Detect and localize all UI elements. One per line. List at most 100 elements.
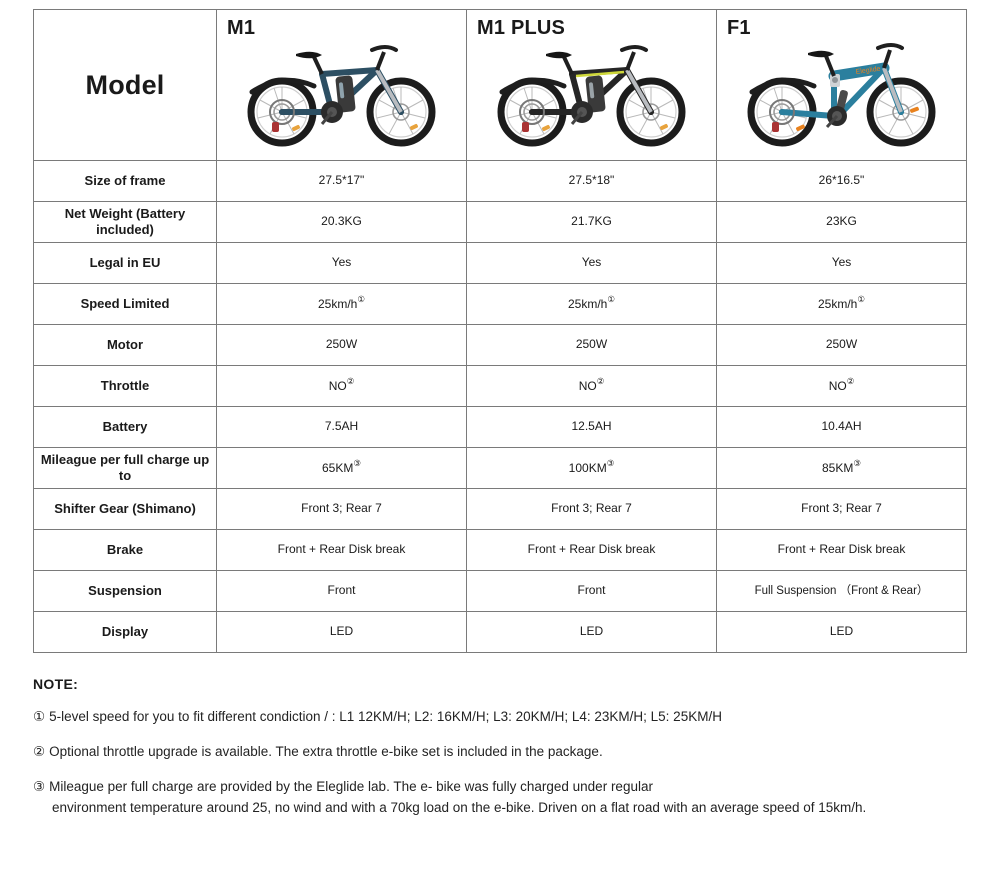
row-label-cell: Shifter Gear (Shimano) (33, 488, 217, 530)
row-label-cell: Motor (33, 324, 217, 366)
cell-value: 65KM③ (322, 458, 361, 476)
note-item-3: ③ Mileague per full charge are provided b… (33, 777, 963, 819)
cell-value: Yes (581, 255, 602, 270)
cell-value: Front + Rear Disk break (527, 542, 656, 557)
table-row: Suspension Front Front Full Suspension （… (33, 570, 967, 612)
cell-value: NO② (828, 376, 855, 394)
cell-m1-plus: 100KM③ (466, 447, 717, 489)
table-row: Speed Limited 25km/h① 25km/h① 25km/h① (33, 283, 967, 325)
note-item-2: ② Optional throttle upgrade is available.… (33, 742, 963, 763)
cell-value: 27.5*18" (568, 173, 615, 188)
cell-value: LED (829, 624, 854, 639)
row-label: Mileague per full charge up to (40, 451, 210, 483)
footnote-marker: ③ (353, 458, 361, 469)
cell-value: 10.4AH (821, 419, 862, 434)
cell-m1: 250W (216, 324, 467, 366)
row-label: Display (101, 623, 149, 639)
footnote-marker: ③ (853, 458, 861, 469)
cell-m1-plus: 21.7KG (466, 201, 717, 243)
cell-value: Front + Rear Disk break (777, 542, 906, 557)
cell-f1: Front 3; Rear 7 (716, 488, 967, 530)
notes-title: NOTE: (33, 676, 79, 692)
cell-m1: 65KM③ (216, 447, 467, 489)
cell-value: Front 3; Rear 7 (801, 501, 882, 516)
note-marker: ② (33, 743, 46, 759)
table-row: Brake Front + Rear Disk break Front + Re… (33, 529, 967, 571)
row-label-cell: Throttle (33, 365, 217, 407)
cell-f1: 85KM③ (716, 447, 967, 489)
cell-value: LED (329, 624, 354, 639)
table-row: Battery 7.5AH 12.5AH 10.4AH (33, 406, 967, 448)
page-title: Model (85, 69, 165, 100)
table-row: Display LED LED LED (33, 611, 967, 653)
row-label-cell: Battery (33, 406, 217, 448)
cell-m1-plus: Front (466, 570, 717, 612)
row-label: Speed Limited (80, 295, 170, 311)
cell-f1: 23KG (716, 201, 967, 243)
bicycle-icon (497, 45, 686, 147)
row-label: Legal in EU (89, 254, 161, 270)
row-label-cell: Brake (33, 529, 217, 571)
cell-value: NO② (578, 376, 605, 394)
footnote-marker: ② (596, 376, 605, 387)
bicycle-icon (247, 45, 436, 147)
footnote-marker: ① (357, 294, 365, 305)
cell-value: 25km/h① (568, 294, 615, 312)
bicycle-icon: Eleglide (747, 43, 936, 147)
cell-value: 21.7KG (571, 214, 612, 229)
row-label: Brake (106, 541, 144, 557)
cell-f1: 250W (716, 324, 967, 366)
cell-m1: 20.3KG (216, 201, 467, 243)
row-label-cell: Speed Limited (33, 283, 217, 325)
cell-value: Full Suspension （Front & Rear） (754, 584, 929, 597)
cell-value: 25km/h① (318, 294, 365, 312)
cell-value: NO② (328, 376, 355, 394)
header-cell-m1-plus: M1 PLUS (466, 9, 717, 161)
row-label-cell: Display (33, 611, 217, 653)
cell-f1: LED (716, 611, 967, 653)
table-row: Throttle NO② NO② NO② (33, 365, 967, 407)
cell-f1: 10.4AH (716, 406, 967, 448)
cell-m1: Front 3; Rear 7 (216, 488, 467, 530)
cell-value: 20.3KG (321, 214, 362, 229)
cell-m1-plus: 25km/h① (466, 283, 717, 325)
note-marker: ① (33, 709, 46, 724)
cell-f1: Full Suspension （Front & Rear） (716, 570, 967, 612)
header-row-label-cell: Model (33, 9, 217, 161)
cell-m1-plus: 250W (466, 324, 717, 366)
header-cell-m1: M1 (216, 9, 467, 161)
row-label-cell: Net Weight (Battery included) (33, 201, 217, 243)
table-row: Shifter Gear (Shimano) Front 3; Rear 7 F… (33, 488, 967, 530)
notes-section: NOTE: ① 5-level speed for you to fit diff… (33, 676, 963, 833)
cell-value: Front 3; Rear 7 (301, 501, 382, 516)
cell-m1-plus: Yes (466, 242, 717, 284)
cell-m1: 25km/h① (216, 283, 467, 325)
table-row: Legal in EU Yes Yes Yes (33, 242, 967, 284)
cell-value: Front 3; Rear 7 (551, 501, 632, 516)
cell-value: 85KM③ (822, 458, 861, 476)
cell-m1-plus: LED (466, 611, 717, 653)
cell-value: 23KG (826, 214, 857, 229)
cell-value: Front (327, 583, 356, 598)
bike-image-f1: Eleglide (717, 22, 966, 156)
cell-m1-plus: 27.5*18" (466, 160, 717, 202)
cell-m1-plus: Front 3; Rear 7 (466, 488, 717, 530)
table-row: Motor 250W 250W 250W (33, 324, 967, 366)
cell-m1: Yes (216, 242, 467, 284)
note-text-continued: environment temperature around 25, no wi… (52, 799, 867, 815)
cell-m1: NO② (216, 365, 467, 407)
cell-m1: 7.5AH (216, 406, 467, 448)
note-text: Mileague per full charge are provided by… (49, 778, 653, 794)
cell-value: Front + Rear Disk break (277, 542, 406, 557)
row-label: Net Weight (Battery included) (64, 205, 186, 237)
footnote-marker: ② (346, 376, 355, 387)
cell-f1: 26*16.5" (716, 160, 967, 202)
row-label-cell: Legal in EU (33, 242, 217, 284)
row-label: Motor (106, 336, 144, 352)
row-label: Size of frame (84, 172, 166, 188)
table-row: Mileague per full charge up to 65KM③ 100… (33, 447, 967, 489)
table-row: Net Weight (Battery included) 20.3KG 21.… (33, 201, 967, 243)
cell-value: 100KM③ (568, 458, 615, 476)
row-label-cell: Mileague per full charge up to (33, 447, 217, 489)
cell-value: Yes (331, 255, 352, 270)
